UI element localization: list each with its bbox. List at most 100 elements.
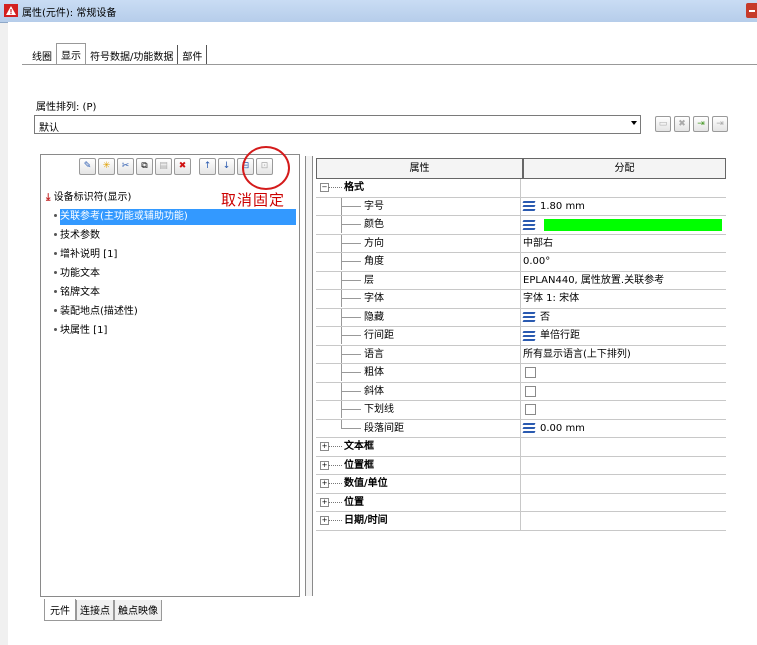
row-name: 颜色 <box>364 219 384 230</box>
row-name: 行间距 <box>364 330 394 341</box>
cut-button[interactable]: ✂ <box>117 158 134 175</box>
sort-label: 属性排列: (P) <box>36 102 97 113</box>
minus-icon <box>749 10 755 12</box>
sort-select[interactable]: 默认 <box>34 115 641 134</box>
delete-button[interactable]: ✖ <box>174 158 191 175</box>
text-size-icon <box>522 201 536 212</box>
tree-root[interactable]: ⤓ 设备标识符(显示) <box>46 190 296 209</box>
grid-row[interactable]: 层 EPLAN440, 属性放置.关联参考 <box>316 271 726 290</box>
delete-icon: ✖ <box>178 161 187 171</box>
move-down-button[interactable]: ↓ <box>218 158 235 175</box>
tab-display[interactable]: 显示 <box>56 43 86 65</box>
move-up-button[interactable]: ↑ <box>199 158 216 175</box>
column-header-property[interactable]: 属性 <box>317 159 524 178</box>
grid-row[interactable]: 语言 所有显示语言(上下排列) <box>316 345 726 364</box>
bullet-icon <box>54 232 57 236</box>
tab-connection-points[interactable]: 连接点 <box>76 600 114 621</box>
grid-row[interactable]: 方向 中部右 <box>316 234 726 253</box>
bullet-icon <box>54 270 57 274</box>
grid-row[interactable]: 行间距 单倍行距 <box>316 327 726 346</box>
tab-component[interactable]: 元件 <box>44 599 76 621</box>
italic-checkbox[interactable] <box>525 385 536 397</box>
star-icon: ✳ <box>102 161 111 171</box>
grid-header: 属性 分配 <box>316 158 726 179</box>
group-row[interactable]: + 文本框 <box>316 438 726 457</box>
grid-row[interactable]: 斜体 <box>316 382 726 401</box>
row-name: 语言 <box>364 348 384 360</box>
underline-checkbox[interactable] <box>525 404 536 416</box>
bullet-icon <box>54 289 57 293</box>
bullet-icon <box>54 327 57 331</box>
group-row-format[interactable]: − 格式 <box>316 179 726 198</box>
row-value: EPLAN440, 属性放置.关联参考 <box>523 274 665 286</box>
row-name: 段落间距 <box>364 422 404 434</box>
arrow-up-icon: ↑ <box>203 161 212 171</box>
tree-item[interactable]: 铭牌文本 <box>46 285 296 304</box>
tree-item[interactable]: 技术参数 <box>46 228 296 247</box>
row-value: 中部右 <box>523 237 553 249</box>
tab-divider <box>22 64 757 65</box>
grid-row[interactable]: 字号 1.80 mm <box>316 197 726 216</box>
tab-parts[interactable]: 部件 <box>178 45 208 64</box>
close-button[interactable] <box>746 3 757 18</box>
row-name: 字体 <box>364 293 384 304</box>
row-value: 1.80 mm <box>540 200 585 212</box>
grid-row[interactable]: 粗体 <box>316 364 726 383</box>
grid-row[interactable]: 段落间距 0.00 mm <box>316 419 726 438</box>
group-row[interactable]: + 数值/单位 <box>316 475 726 494</box>
tab-symbol-data[interactable]: 符号数据/功能数据 <box>86 45 179 64</box>
paragraph-spacing-icon <box>522 423 536 434</box>
import-button[interactable]: ⇥ <box>693 116 709 132</box>
window-title: 属性(元件): 常规设备 <box>22 8 117 19</box>
tree-item[interactable]: 块属性 [1] <box>46 323 296 342</box>
tree-item-label: 技术参数 <box>60 230 100 241</box>
grid-row[interactable]: 下划线 <box>316 401 726 420</box>
group-row[interactable]: + 位置框 <box>316 456 726 475</box>
export-button[interactable]: ⇥ <box>712 116 728 132</box>
new-button[interactable]: ✳ <box>98 158 115 175</box>
group-label: 数值/单位 <box>344 478 388 489</box>
close-icon: ✖ <box>678 118 686 129</box>
row-value: 0.00° <box>523 256 551 268</box>
import-icon: ⇥ <box>697 118 705 129</box>
row-name: 字号 <box>364 200 384 212</box>
tree-item-label: 功能文本 <box>60 268 100 279</box>
tree-item[interactable]: 装配地点(描述性) <box>46 304 296 323</box>
tree-item[interactable]: 增补说明 [1] <box>46 247 296 266</box>
grid-row[interactable]: 颜色 <box>316 216 726 235</box>
property-grid: 属性 分配 − 格式 字号 1.80 mm 颜色 方向 中部右 角度 0.00° 层 EP… <box>316 158 726 531</box>
arrow-down-icon: ↓ <box>222 161 231 171</box>
save-scheme-button[interactable]: ▭ <box>655 116 671 132</box>
tree-item-label: 增补说明 [1] <box>60 249 118 260</box>
bottom-tabs: 元件 连接点 触点映像 <box>44 599 162 621</box>
paste-button[interactable]: ▤ <box>155 158 172 175</box>
edit-button[interactable]: ✎ <box>79 158 96 175</box>
line-spacing-icon <box>522 330 536 341</box>
group-row[interactable]: + 日期/时间 <box>316 512 726 531</box>
scissors-icon: ✂ <box>121 161 130 171</box>
tree-item[interactable]: 关联参考(主功能或辅助功能) <box>46 209 296 228</box>
chevron-down-icon <box>631 121 637 125</box>
group-label: 位置框 <box>344 459 374 471</box>
column-header-value[interactable]: 分配 <box>524 159 725 178</box>
tree-item[interactable]: 功能文本 <box>46 266 296 285</box>
row-value: 字体 1: 宋体 <box>523 293 580 305</box>
property-tree: ⤓ 设备标识符(显示) 关联参考(主功能或辅助功能) 技术参数 增补说明 [1]… <box>46 190 296 342</box>
group-label: 日期/时间 <box>344 515 388 526</box>
bullet-icon <box>54 308 57 312</box>
export-icon: ⇥ <box>716 118 724 129</box>
group-label: 格式 <box>344 182 364 193</box>
grid-row[interactable]: 隐藏 否 <box>316 308 726 327</box>
tab-coil[interactable]: 线圈 <box>28 45 56 64</box>
group-row[interactable]: + 位置 <box>316 493 726 512</box>
row-value: 否 <box>540 311 550 323</box>
row-name: 斜体 <box>364 385 384 397</box>
pane-splitter[interactable] <box>305 156 313 596</box>
bold-checkbox[interactable] <box>525 367 536 379</box>
grid-row[interactable]: 角度 0.00° <box>316 253 726 272</box>
copy-button[interactable]: ⧉ <box>136 158 153 175</box>
tab-contact-image[interactable]: 触点映像 <box>114 600 162 621</box>
grid-row[interactable]: 字体 字体 1: 宋体 <box>316 290 726 309</box>
sort-toolbar: ▭ ✖ ⇥ ⇥ <box>655 116 728 132</box>
delete-scheme-button[interactable]: ✖ <box>674 116 690 132</box>
